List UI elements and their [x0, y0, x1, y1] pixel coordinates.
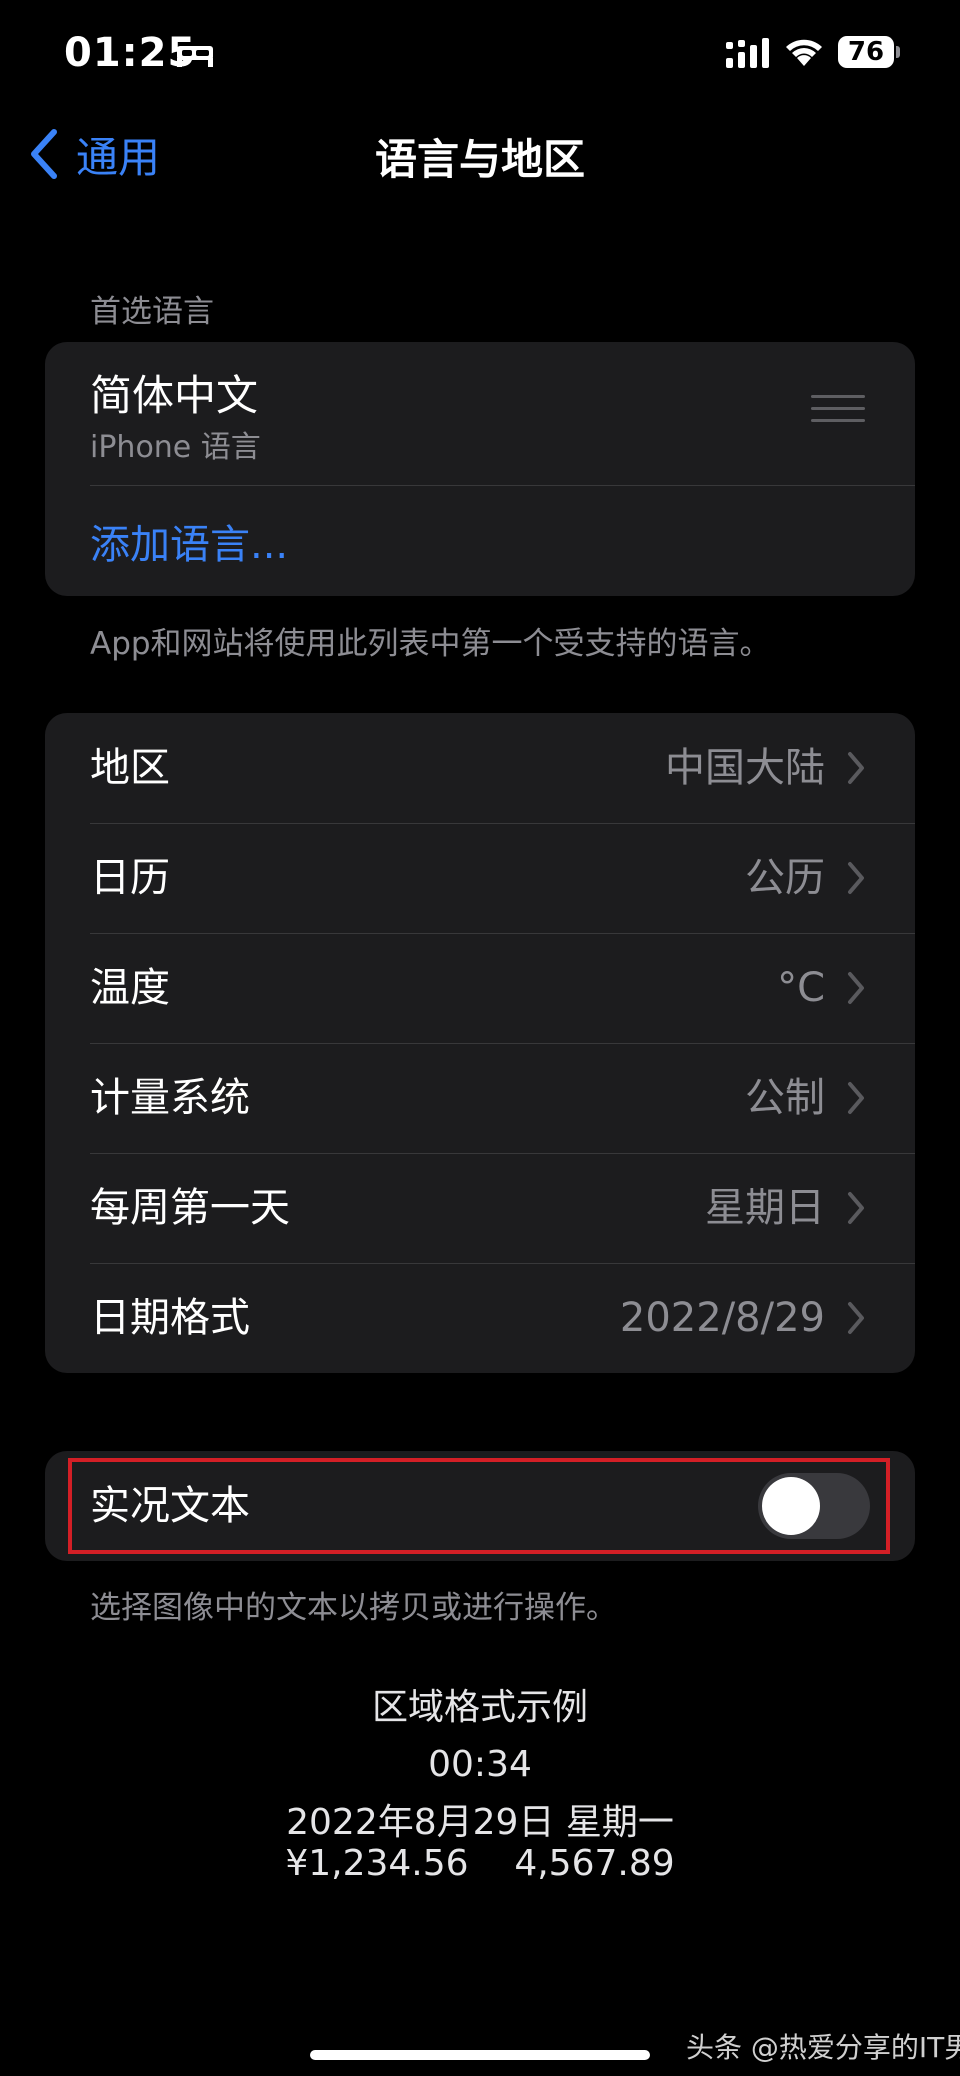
- languages-footer-note: App和网站将使用此列表中第一个受支持的语言。: [90, 626, 771, 662]
- preferred-languages-group: 简体中文 iPhone 语言 添加语言...: [45, 342, 915, 596]
- home-indicator[interactable]: [310, 2050, 650, 2060]
- format-example-time: 00:34: [428, 1744, 532, 1785]
- chevron-right-icon: [848, 1302, 864, 1334]
- chevron-right-icon: [848, 972, 864, 1004]
- battery-icon: 76: [838, 36, 894, 68]
- live-text-footer-note: 选择图像中的文本以拷贝或进行操作。: [90, 1590, 617, 1626]
- language-subtitle: iPhone 语言: [90, 430, 261, 465]
- row-label: 日历: [90, 855, 170, 901]
- row-value: 公历: [745, 855, 825, 901]
- settings-row-calendar[interactable]: 日历 公历: [45, 823, 915, 933]
- language-item[interactable]: 简体中文 iPhone 语言: [45, 342, 915, 484]
- row-value: 公制: [745, 1075, 825, 1121]
- bed-icon: [177, 46, 213, 67]
- row-value: °C: [777, 965, 825, 1011]
- settings-row-live-text: 实况文本: [45, 1451, 915, 1561]
- language-title: 简体中文: [90, 371, 259, 420]
- chevron-right-icon: [848, 1082, 864, 1114]
- format-example-numbers: ¥1,234.56 4,567.89: [285, 1843, 675, 1884]
- live-text-group: 实况文本: [45, 1451, 915, 1561]
- settings-row-temperature[interactable]: 温度 °C: [45, 933, 915, 1043]
- row-value: 星期日: [705, 1185, 825, 1231]
- settings-row-region[interactable]: 地区 中国大陆: [45, 713, 915, 823]
- live-text-label: 实况文本: [90, 1483, 250, 1529]
- live-text-toggle[interactable]: [758, 1473, 870, 1539]
- add-language-button[interactable]: 添加语言...: [90, 512, 288, 570]
- format-example-date: 2022年8月29日 星期一: [286, 1802, 674, 1843]
- battery-nub: [896, 46, 900, 58]
- format-example-title: 区域格式示例: [371, 1687, 588, 1728]
- divider: [90, 485, 915, 486]
- row-label: 温度: [90, 965, 170, 1011]
- chevron-right-icon: [848, 862, 864, 894]
- reorder-handle-icon[interactable]: [811, 394, 865, 424]
- row-value: 2022/8/29: [619, 1295, 825, 1341]
- row-label: 计量系统: [90, 1075, 250, 1121]
- row-label: 日期格式: [90, 1295, 250, 1341]
- region-settings-group: 地区 中国大陆 日历 公历 温度 °C 计量系统 公制 每周第一天 星期日 日期…: [45, 713, 915, 1373]
- chevron-right-icon: [848, 752, 864, 784]
- settings-row-first-day-of-week[interactable]: 每周第一天 星期日: [45, 1153, 915, 1263]
- row-label: 地区: [90, 745, 170, 791]
- settings-row-date-format[interactable]: 日期格式 2022/8/29: [45, 1263, 915, 1373]
- page-title: 语言与地区: [374, 135, 585, 184]
- watermark: 头条 @热爱分享的IT男: [686, 2031, 960, 2064]
- chevron-right-icon: [848, 1192, 864, 1224]
- preferred-languages-header: 首选语言: [90, 294, 214, 330]
- row-label: 每周第一天: [90, 1185, 290, 1231]
- row-value: 中国大陆: [665, 745, 825, 791]
- settings-row-measurement-system[interactable]: 计量系统 公制: [45, 1043, 915, 1153]
- toggle-knob: [762, 1477, 820, 1535]
- wifi-icon: [786, 39, 822, 66]
- cellular-signal-icon: [726, 38, 769, 68]
